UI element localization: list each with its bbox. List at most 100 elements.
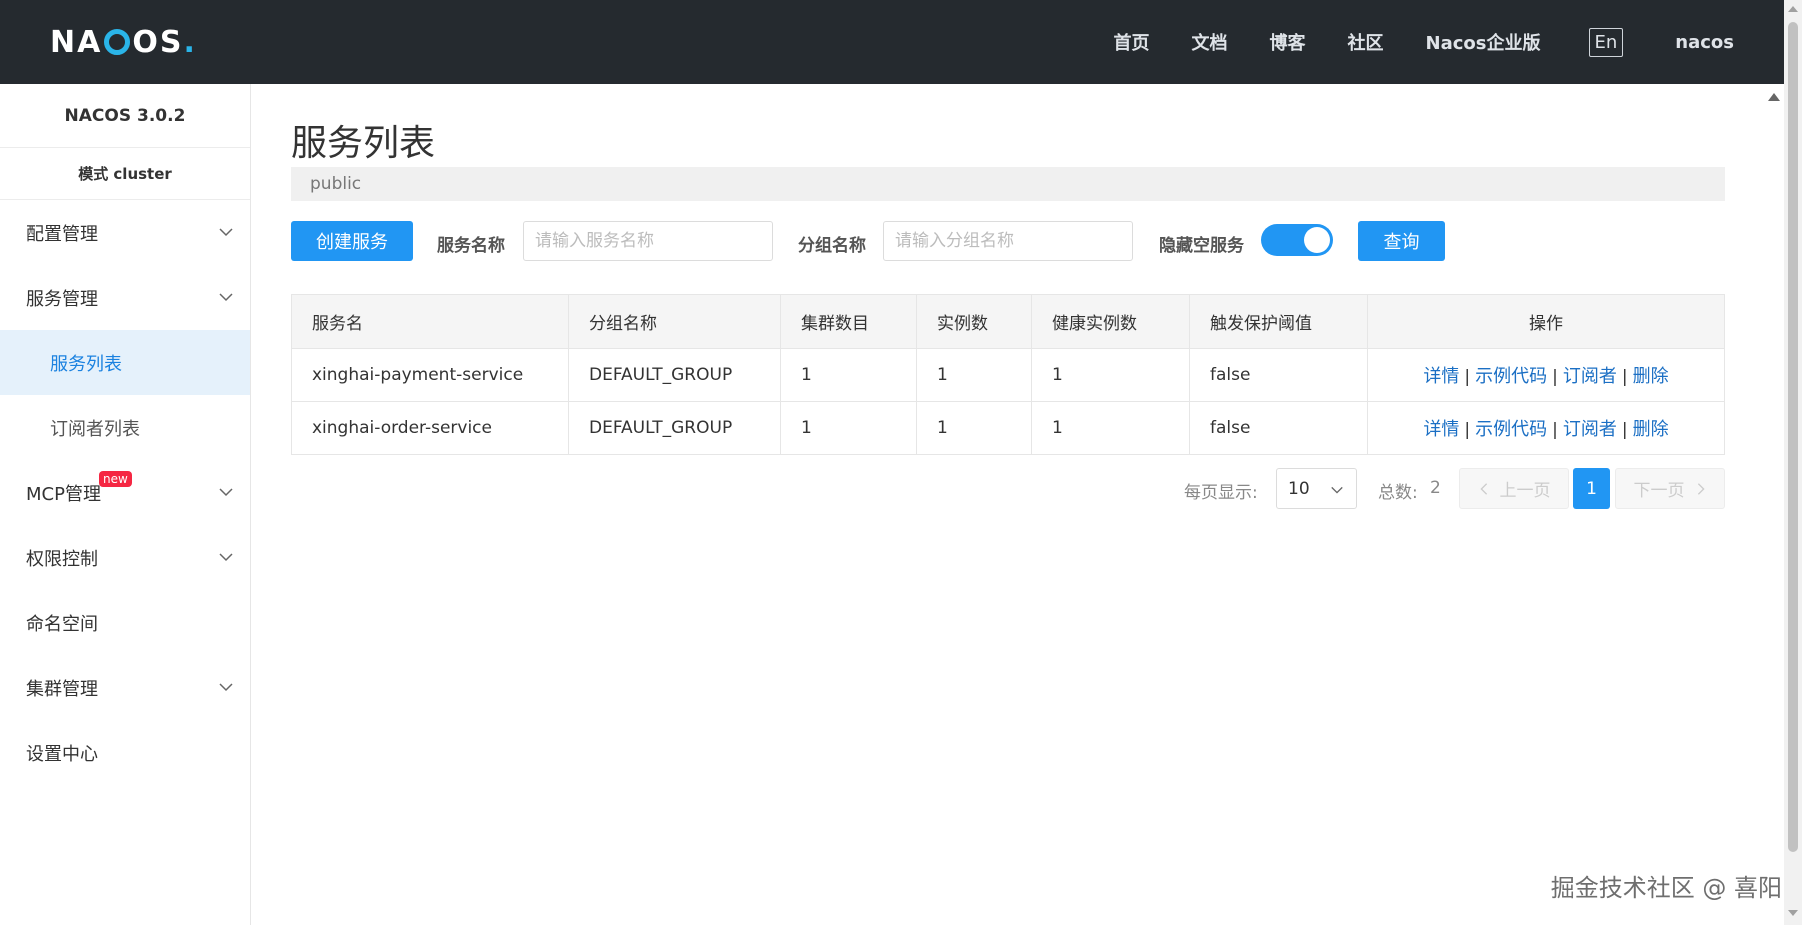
chevron-down-icon [1331, 486, 1343, 494]
page-size-select[interactable]: 10 [1276, 468, 1357, 509]
total-label: 总数: [1378, 483, 1418, 503]
nav-home[interactable]: 首页 [1114, 29, 1150, 55]
next-page-button[interactable]: 下一页 [1615, 468, 1725, 509]
create-service-button[interactable]: 创建服务 [291, 221, 413, 261]
sidebar-item-service-list[interactable]: 服务列表 [0, 330, 250, 395]
page-1-button[interactable]: 1 [1573, 468, 1610, 509]
cell-actions: 详情 | 示例代码 | 订阅者 | 删除 [1367, 348, 1725, 402]
subscriber-link[interactable]: 订阅者 [1563, 366, 1617, 387]
cell-actions: 详情 | 示例代码 | 订阅者 | 删除 [1367, 401, 1725, 455]
nav-docs[interactable]: 文档 [1192, 29, 1228, 55]
cell-cluster-count: 1 [780, 401, 917, 455]
toggle-knob [1304, 227, 1330, 253]
detail-link[interactable]: 详情 [1423, 419, 1459, 440]
toolbar: 创建服务 服务名称 分组名称 隐藏空服务 查询 [291, 221, 1725, 262]
chevron-down-icon [219, 293, 233, 302]
cell-service-name: xinghai-payment-service [291, 348, 569, 402]
table-row: xinghai-payment-service DEFAULT_GROUP 1 … [291, 348, 1725, 402]
sidebar-item-subscriber-list[interactable]: 订阅者列表 [0, 395, 250, 460]
nav-blog[interactable]: 博客 [1270, 29, 1306, 55]
user-menu[interactable]: nacos [1675, 32, 1734, 53]
sidebar-item-service[interactable]: 服务管理 [0, 265, 250, 330]
hide-empty-toggle[interactable] [1261, 224, 1333, 256]
cell-instance-count: 1 [916, 401, 1032, 455]
col-actions: 操作 [1367, 294, 1725, 349]
col-cluster-count: 集群数目 [780, 294, 917, 349]
sidebar-item-label: 集群管理 [26, 678, 98, 700]
sidebar-item-config[interactable]: 配置管理 [0, 200, 250, 265]
scrollbar-down-arrow-icon[interactable] [1788, 908, 1798, 918]
scrollbar-up-arrow-icon[interactable] [1788, 4, 1798, 14]
sidebar-item-label: 配置管理 [26, 223, 98, 245]
prev-page-button[interactable]: 上一页 [1459, 468, 1569, 509]
service-name-label: 服务名称 [437, 236, 505, 256]
scrollbar-thumb[interactable] [1788, 22, 1798, 852]
sidebar-item-label: 设置中心 [26, 743, 98, 765]
chevron-down-icon [219, 683, 233, 692]
chevron-down-icon [219, 228, 233, 237]
table-row: xinghai-order-service DEFAULT_GROUP 1 1 … [291, 401, 1725, 455]
sample-code-link[interactable]: 示例代码 [1475, 366, 1547, 387]
watermark: 掘金技术社区 @ 喜阳 [1550, 874, 1782, 902]
namespace-label[interactable]: public [310, 174, 361, 194]
sidebar-item-settings[interactable]: 设置中心 [0, 720, 250, 785]
cell-protect-threshold: false [1189, 401, 1368, 455]
sidebar-item-cluster[interactable]: 集群管理 [0, 655, 250, 720]
cell-protect-threshold: false [1189, 348, 1368, 402]
group-name-label: 分组名称 [798, 236, 866, 256]
cell-healthy-count: 1 [1031, 348, 1190, 402]
service-table: 服务名 分组名称 集群数目 实例数 健康实例数 触发保护阈值 操作 xingha… [291, 294, 1725, 455]
sidebar-item-label: 服务列表 [50, 353, 122, 375]
language-switch[interactable]: En [1588, 27, 1624, 57]
page-scrollbar[interactable] [1784, 0, 1802, 925]
scroll-up-icon[interactable] [1768, 92, 1780, 102]
sidebar-item-mcp[interactable]: MCP管理 new [0, 460, 250, 525]
detail-link[interactable]: 详情 [1423, 366, 1459, 387]
cell-healthy-count: 1 [1031, 401, 1190, 455]
new-badge: new [99, 471, 132, 487]
service-name-input[interactable] [523, 221, 773, 261]
cell-service-name: xinghai-order-service [291, 401, 569, 455]
sidebar-item-label: 权限控制 [26, 548, 98, 570]
page-title: 服务列表 [291, 123, 436, 164]
col-healthy-count: 健康实例数 [1031, 294, 1190, 349]
sidebar: NACOS 3.0.2 模式 cluster 配置管理 服务管理 服务列表 订阅… [0, 84, 251, 925]
col-service-name: 服务名 [291, 294, 569, 349]
subscriber-link[interactable]: 订阅者 [1563, 419, 1617, 440]
table-header-row: 服务名 分组名称 集群数目 实例数 健康实例数 触发保护阈值 操作 [291, 294, 1725, 349]
pagination: 每页显示: 10 总数: 2 上一页 1 下一页 [291, 468, 1725, 510]
next-page-label: 下一页 [1633, 481, 1685, 501]
page-size-label: 每页显示: [1184, 483, 1258, 503]
chevron-down-icon [219, 488, 233, 497]
cell-cluster-count: 1 [780, 348, 917, 402]
delete-link[interactable]: 删除 [1633, 366, 1669, 387]
nav-community[interactable]: 社区 [1348, 29, 1384, 55]
group-name-input[interactable] [883, 221, 1133, 261]
page-size-value: 10 [1288, 478, 1310, 499]
logo-ring-icon [104, 29, 131, 55]
version-label: NACOS 3.0.2 [0, 84, 250, 148]
sidebar-item-label: 服务管理 [26, 288, 98, 310]
nacos-logo[interactable]: NA OS. [50, 22, 197, 62]
namespace-bar: public [291, 167, 1725, 201]
nav-enterprise[interactable]: Nacos企业版 [1426, 29, 1541, 55]
mode-label: 模式 cluster [0, 148, 250, 200]
sidebar-item-label: 命名空间 [26, 613, 98, 635]
cell-group-name: DEFAULT_GROUP [568, 348, 781, 402]
top-header: NA OS. 首页 文档 博客 社区 Nacos企业版 En nacos [0, 0, 1784, 84]
query-button[interactable]: 查询 [1358, 221, 1445, 261]
delete-link[interactable]: 删除 [1633, 419, 1669, 440]
sidebar-item-namespace[interactable]: 命名空间 [0, 590, 250, 655]
cell-group-name: DEFAULT_GROUP [568, 401, 781, 455]
sidebar-item-label: MCP管理 [26, 483, 101, 505]
col-instance-count: 实例数 [916, 294, 1032, 349]
cell-instance-count: 1 [916, 348, 1032, 402]
sample-code-link[interactable]: 示例代码 [1475, 419, 1547, 440]
chevron-left-icon [1479, 482, 1487, 495]
col-protect-threshold: 触发保护阈值 [1189, 294, 1368, 349]
sidebar-item-auth[interactable]: 权限控制 [0, 525, 250, 590]
sidebar-item-label: 订阅者列表 [50, 418, 140, 440]
hide-empty-label: 隐藏空服务 [1159, 236, 1244, 256]
chevron-down-icon [219, 553, 233, 562]
col-group-name: 分组名称 [568, 294, 781, 349]
